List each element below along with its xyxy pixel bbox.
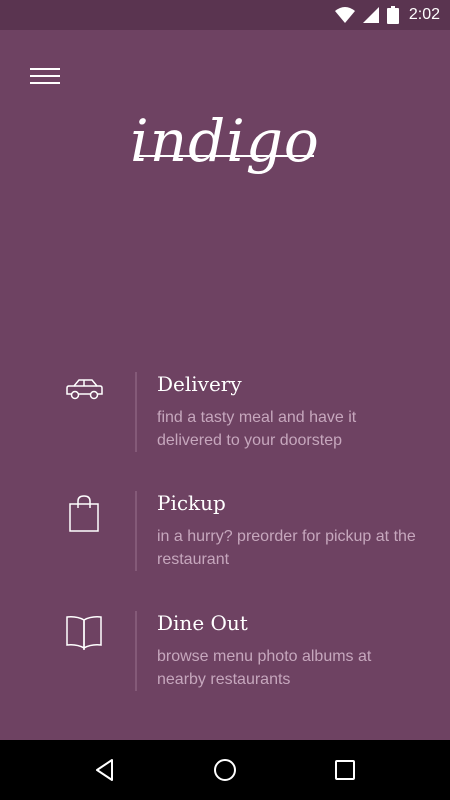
pickup-description: in a hurry? preorder for pickup at the r… — [157, 528, 416, 568]
cell-signal-icon — [362, 7, 379, 23]
menu-line — [30, 68, 60, 70]
navigation-bar — [0, 740, 450, 800]
battery-icon — [386, 6, 399, 24]
status-time: 2:02 — [408, 6, 440, 23]
delivery-description: find a tasty meal and have it delivered … — [157, 409, 357, 449]
indigo-logo: indigo — [0, 112, 450, 170]
menu-line — [30, 75, 60, 77]
home-icon[interactable] — [205, 750, 245, 790]
logo-rule — [138, 155, 314, 157]
car-icon — [60, 376, 108, 416]
option-divider — [135, 372, 137, 452]
home-screen: 2:02 indigo Delivery find a tasty meal a… — [0, 0, 450, 800]
book-icon — [60, 615, 108, 655]
wifi-icon — [334, 7, 355, 23]
shopping-bag-icon — [60, 495, 108, 535]
pickup-title: Pickup — [157, 491, 226, 515]
back-icon[interactable] — [85, 750, 125, 790]
option-divider — [135, 611, 137, 691]
logo-text: indigo — [130, 107, 320, 175]
pickup-option[interactable]: Pickup in a hurry? preorder for pickup a… — [0, 491, 450, 581]
dine-out-title: Dine Out — [157, 611, 248, 635]
dine-out-description: browse menu photo albums at nearby resta… — [157, 648, 372, 688]
status-bar: 2:02 — [0, 0, 450, 30]
dine-out-option[interactable]: Dine Out browse menu photo albums at nea… — [0, 611, 450, 701]
option-divider — [135, 491, 137, 571]
hamburger-menu-icon[interactable] — [30, 68, 60, 84]
delivery-title: Delivery — [157, 372, 242, 396]
recents-icon[interactable] — [325, 750, 365, 790]
menu-line — [30, 82, 60, 84]
delivery-option[interactable]: Delivery find a tasty meal and have it d… — [0, 372, 450, 462]
